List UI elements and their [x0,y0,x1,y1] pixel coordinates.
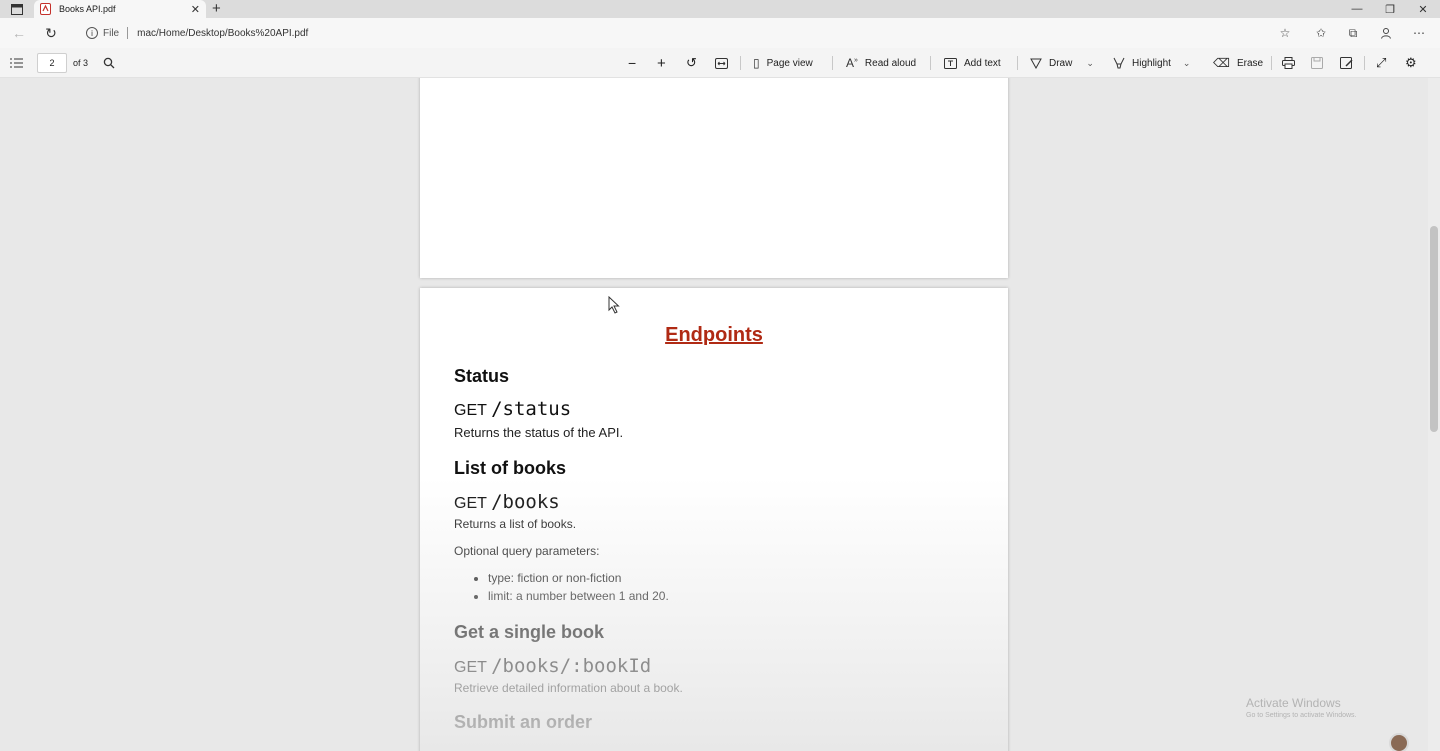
favorites-icon[interactable]: ✩ [1313,25,1329,41]
add-text-label: Add text [964,57,1001,69]
read-aloud-button[interactable]: A» Read aloud [846,48,916,78]
pdf-file-icon [40,3,51,15]
section-heading: Submit an order [454,712,593,732]
new-tab-button[interactable]: + [212,0,221,17]
endpoint-signature: GET /books/:bookId [454,655,651,677]
info-icon[interactable]: i [86,27,98,39]
erase-button[interactable]: ⌫ Erase [1213,48,1263,78]
collections-icon[interactable]: ⧉ [1345,25,1361,41]
tab-books-api[interactable]: Books API.pdf ✕ [34,0,206,18]
activate-windows-watermark: Activate Windows Go to Settings to activ… [1246,696,1357,719]
fullscreen-icon[interactable]: ⤢ [1376,48,1386,78]
fit-page-icon[interactable] [715,48,728,78]
mouse-cursor-icon [608,296,620,314]
toolbar-divider [1017,56,1018,70]
endpoint-signature: GET /books [454,491,560,513]
page-number-input[interactable]: 2 [37,53,67,73]
search-icon[interactable] [103,48,115,78]
presenter-avatar [1389,733,1409,751]
pdf-toolbar: 2 of 3 − + ↺ ▯ Page view A» Read aloud A… [0,48,1440,78]
endpoint-path: /books/:bookId [491,655,652,677]
tab-strip: Books API.pdf ✕ + — ❐ ✕ [0,0,1440,18]
draw-button[interactable]: Draw ⌄ [1030,48,1094,78]
scrollbar-thumb[interactable] [1430,226,1438,432]
rotate-icon[interactable]: ↺ [686,48,697,78]
close-window-icon[interactable]: ✕ [1408,0,1438,18]
query-params-list: type: fiction or non-fiction limit: a nu… [472,569,669,605]
favorite-star-icon[interactable]: ☆ [1277,25,1293,41]
watermark-subtitle: Go to Settings to activate Windows. [1246,712,1357,719]
endpoint-path: /status [491,398,572,420]
zoom-in-icon[interactable]: + [657,48,666,78]
address-bar-row: ← ↻ i File mac/Home/Desktop/Books%20API.… [0,18,1440,48]
pdf-page-1 [420,78,1008,278]
toolbar-divider [930,56,931,70]
refresh-icon[interactable]: ↻ [42,24,60,42]
print-icon[interactable] [1282,48,1295,78]
toolbar-divider [1271,56,1272,70]
add-text-icon [944,57,957,69]
restore-icon[interactable]: ❐ [1375,0,1405,18]
highlight-chevron-down-icon[interactable]: ⌄ [1183,58,1191,69]
section-heading: Status [454,366,510,386]
list-item: type: fiction or non-fiction [488,569,669,587]
tab-actions-icon[interactable] [10,2,24,16]
endpoint-signature: GET /status [454,398,571,420]
endpoint-path: /books [491,491,560,513]
add-text-button[interactable]: Add text [944,48,1001,78]
draw-label: Draw [1049,57,1073,69]
save-as-icon[interactable] [1340,48,1353,78]
profile-icon[interactable] [1378,25,1394,41]
pdf-page-2: Endpoints Status GET /status Returns the… [420,288,1008,751]
back-arrow-icon[interactable]: ← [10,24,28,42]
address-separator [127,27,129,39]
erase-label: Erase [1236,57,1264,69]
watermark-title: Activate Windows [1246,696,1341,710]
zoom-out-icon[interactable]: − [628,48,636,78]
settings-gear-icon[interactable]: ⚙ [1405,48,1417,78]
http-method: GET [454,495,487,512]
tab-close-icon[interactable]: ✕ [191,3,200,16]
more-menu-icon[interactable]: ⋯ [1411,25,1427,41]
toolbar-divider [740,56,741,70]
highlight-label: Highlight [1132,57,1171,69]
save-icon[interactable] [1311,48,1323,78]
page-view-button[interactable]: ▯ Page view [753,48,813,78]
pdf-viewer[interactable]: Endpoints Status GET /status Returns the… [0,78,1440,751]
read-aloud-label: Read aloud [864,57,917,69]
document-title: Endpoints [665,324,763,346]
highlight-button[interactable]: Highlight ⌄ [1113,48,1190,78]
http-method: GET [454,402,487,419]
endpoint-description: Returns the status of the API. [454,425,624,440]
url-text[interactable]: mac/Home/Desktop/Books%20API.pdf [137,28,308,39]
scrollbar-track[interactable] [1428,78,1440,751]
tab-title: Books API.pdf [59,4,116,14]
section-heading: List of books [454,458,566,478]
eraser-icon: ⌫ [1213,56,1230,70]
scheme-label: File [103,27,120,39]
draw-icon [1030,57,1042,69]
page-view-icon: ▯ [753,56,760,70]
endpoint-description: Retrieve detailed information about a bo… [454,681,683,695]
list-item: limit: a number between 1 and 20. [488,587,669,605]
draw-chevron-down-icon[interactable]: ⌄ [1086,58,1094,69]
highlight-icon [1113,57,1125,69]
endpoint-description: Returns a list of books. [454,517,577,531]
address-bar[interactable]: i File mac/Home/Desktop/Books%20API.pdf [80,22,1300,44]
minimize-icon[interactable]: — [1342,0,1372,18]
toolbar-divider [1364,56,1365,70]
toolbar-divider [832,56,833,70]
http-method: GET [454,659,487,676]
section-heading: Get a single book [454,622,605,642]
read-aloud-icon: A» [846,56,858,70]
page-total: of 3 [73,58,89,68]
contents-icon[interactable] [10,48,23,78]
page-view-label: Page view [766,57,813,69]
query-params-note: Optional query parameters: [454,544,600,558]
